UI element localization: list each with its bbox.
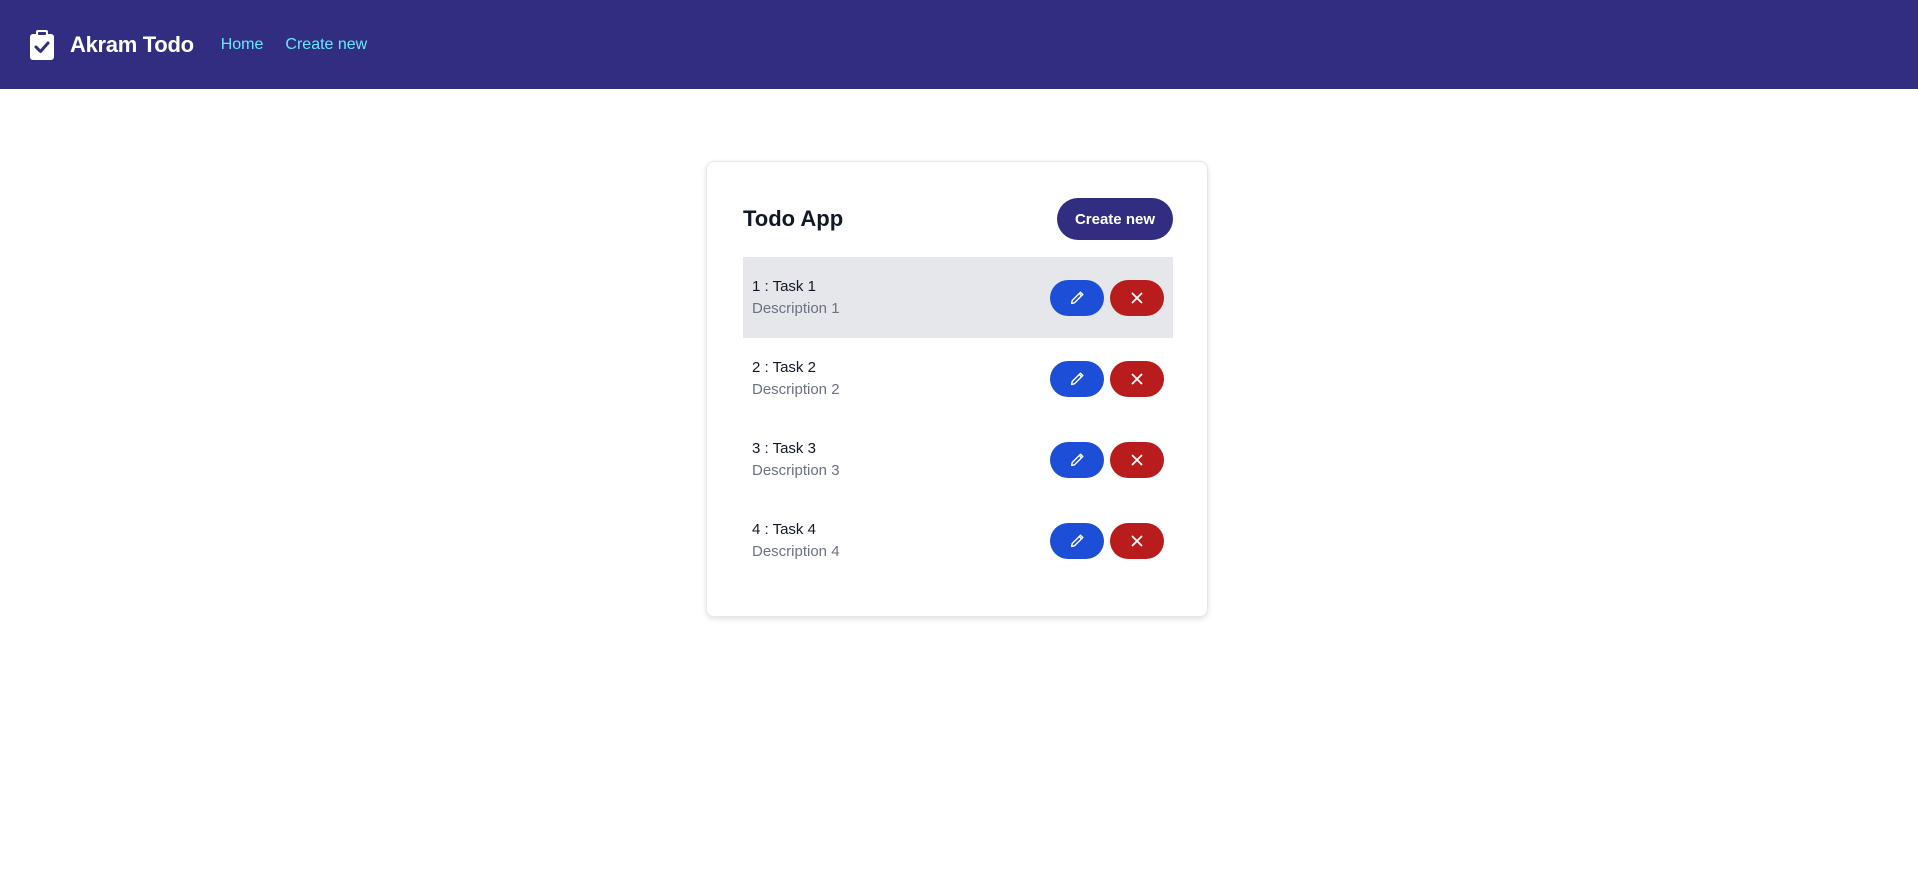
todo-list: 1 : Task 1 Description 1 2 : Task 2 Desc…	[743, 257, 1173, 581]
todo-text: 4 : Task 4 Description 4	[752, 519, 840, 563]
delete-button[interactable]	[1110, 360, 1164, 397]
brand-link[interactable]: Akram Todo	[30, 29, 194, 60]
pencil-icon	[1069, 371, 1085, 387]
todo-description: Description 1	[752, 299, 840, 317]
todo-item[interactable]: 4 : Task 4 Description 4	[743, 500, 1173, 581]
todo-description: Description 2	[752, 380, 840, 398]
todo-actions	[1050, 360, 1164, 397]
todo-title: 1 : Task 1	[752, 277, 816, 295]
close-icon	[1130, 291, 1144, 305]
pencil-icon	[1069, 533, 1085, 549]
create-new-button[interactable]: Create new	[1056, 198, 1173, 240]
navbar: Akram Todo Home Create new	[0, 0, 1918, 89]
todo-actions	[1050, 522, 1164, 559]
nav-link-home[interactable]: Home	[221, 36, 264, 54]
todo-item[interactable]: 2 : Task 2 Description 2	[743, 338, 1173, 419]
edit-button[interactable]	[1050, 360, 1104, 397]
todo-description: Description 4	[752, 542, 840, 560]
edit-button[interactable]	[1050, 522, 1104, 559]
pencil-icon	[1069, 452, 1085, 468]
delete-button[interactable]	[1110, 279, 1164, 316]
todo-card: Todo App Create new 1 : Task 1 Descripti…	[706, 161, 1208, 617]
todo-title: 4 : Task 4	[752, 520, 816, 538]
todo-title: 3 : Task 3	[752, 439, 816, 457]
close-icon	[1130, 453, 1144, 467]
edit-button[interactable]	[1050, 441, 1104, 478]
todo-text: 1 : Task 1 Description 1	[752, 276, 840, 320]
delete-button[interactable]	[1110, 522, 1164, 559]
todo-description: Description 3	[752, 461, 840, 479]
brand-name: Akram Todo	[70, 31, 194, 57]
todo-item[interactable]: 3 : Task 3 Description 3	[743, 419, 1173, 500]
todo-item[interactable]: 1 : Task 1 Description 1	[743, 257, 1173, 338]
card-header: Todo App Create new	[743, 198, 1173, 240]
todo-text: 3 : Task 3 Description 3	[752, 438, 840, 482]
close-icon	[1130, 534, 1144, 548]
pencil-icon	[1069, 290, 1085, 306]
delete-button[interactable]	[1110, 441, 1164, 478]
clipboard-check-icon	[30, 29, 54, 60]
close-icon	[1130, 372, 1144, 386]
edit-button[interactable]	[1050, 279, 1104, 316]
todo-actions	[1050, 441, 1164, 478]
card-title: Todo App	[743, 206, 844, 231]
todo-text: 2 : Task 2 Description 2	[752, 357, 840, 401]
todo-title: 2 : Task 2	[752, 358, 816, 376]
todo-actions	[1050, 279, 1164, 316]
nav-link-create-new[interactable]: Create new	[285, 36, 367, 54]
